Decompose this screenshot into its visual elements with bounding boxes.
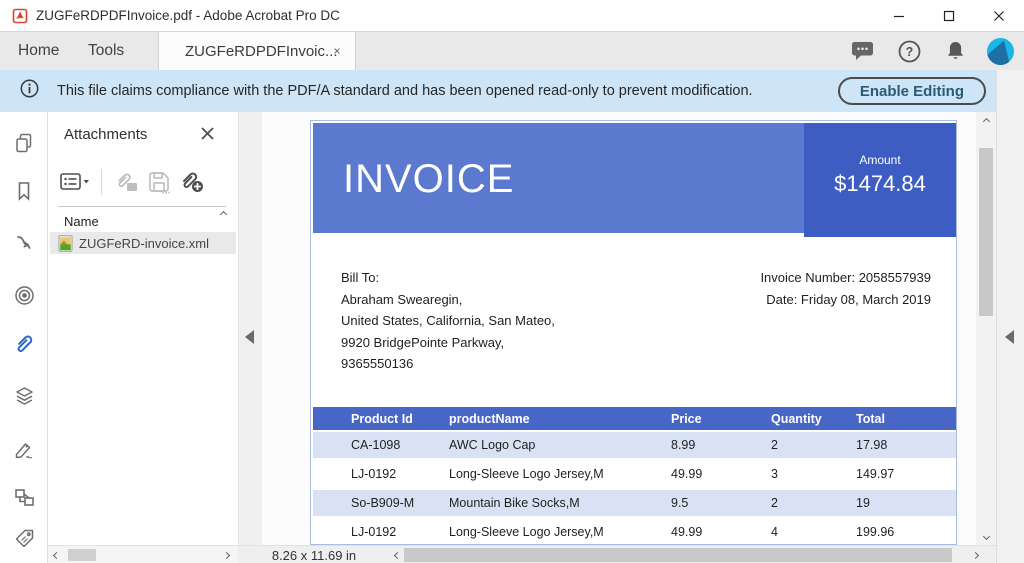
pdfa-notification-bar: This file claims compliance with the PDF… bbox=[0, 70, 996, 112]
enable-editing-button[interactable]: Enable Editing bbox=[837, 77, 986, 105]
invoice-table-row: LJ-0192 Long-Sleeve Logo Jersey,M 49.99 … bbox=[351, 524, 895, 539]
tab-tools[interactable]: Tools bbox=[88, 32, 124, 70]
layers-icon[interactable] bbox=[11, 383, 37, 409]
document-tab-close-icon[interactable]: × bbox=[329, 43, 345, 59]
bill-to-line: United States, California, San Mateo, bbox=[341, 313, 555, 328]
window-title: ZUGFeRDPDFInvoice.pdf - Adobe Acrobat Pr… bbox=[36, 8, 340, 23]
tab-document[interactable]: ZUGFeRDPDFInvoic... × bbox=[158, 32, 356, 70]
attachments-horizontal-scrollbar[interactable] bbox=[48, 546, 238, 563]
document-scrollbar-thumb[interactable] bbox=[404, 548, 952, 562]
invoice-banner: INVOICE Amount $1474.84 bbox=[313, 123, 956, 237]
status-bar: 8.26 x 11.69 in bbox=[48, 545, 996, 563]
invoice-meta-block: Invoice Number: 2058557939 Date: Friday … bbox=[760, 267, 931, 310]
vertical-scrollbar-thumb[interactable] bbox=[979, 148, 993, 316]
vertical-scrollbar[interactable] bbox=[976, 112, 996, 545]
feedback-bubble-icon[interactable] bbox=[849, 37, 877, 65]
invoice-table: Product Id productName Price Quantity To… bbox=[313, 407, 956, 544]
panel-splitter[interactable] bbox=[238, 112, 262, 545]
attachments-paperclip-icon[interactable] bbox=[11, 332, 37, 358]
notifications-bell-icon[interactable] bbox=[941, 37, 969, 65]
amount-value: $1474.84 bbox=[834, 171, 926, 196]
toolbar-divider bbox=[58, 206, 226, 207]
scroll-down-icon[interactable] bbox=[976, 527, 996, 545]
bill-to-line: Abraham Swearegin, bbox=[341, 291, 463, 307]
page-size-indicator: 8.26 x 11.69 in bbox=[271, 547, 357, 563]
bill-to-line: 9920 BridgePointe Parkway, bbox=[341, 334, 505, 350]
tags-icon[interactable] bbox=[11, 525, 37, 551]
amount-label: Amount bbox=[859, 153, 901, 167]
expand-right-panel-icon[interactable] bbox=[1005, 330, 1014, 344]
attachments-scrollbar-thumb[interactable] bbox=[68, 549, 96, 561]
document-tab-label: ZUGFeRDPDFInvoic... bbox=[185, 42, 338, 60]
attachment-file-name: ZUGFeRD-invoice.xml bbox=[79, 235, 210, 251]
invoice-table-row: CA-1098 AWC Logo Cap 8.99 2 17.98 bbox=[313, 430, 956, 459]
notification-message: This file claims compliance with the PDF… bbox=[57, 83, 753, 99]
invoice-table-row: LJ-0192 Long-Sleeve Logo Jersey,M 49.99 … bbox=[351, 466, 895, 481]
avatar-graphic bbox=[987, 37, 1014, 65]
invoice-table-header: Product Id productName Price Quantity To… bbox=[313, 407, 956, 430]
scroll-left-icon[interactable] bbox=[48, 546, 64, 563]
tab-home[interactable]: Home bbox=[18, 32, 59, 70]
toolbar-separator bbox=[101, 169, 102, 195]
bookmarks-icon[interactable] bbox=[11, 178, 37, 204]
attachments-toolbar bbox=[56, 164, 230, 200]
title-bar: ZUGFeRDPDFInvoice.pdf - Adobe Acrobat Pr… bbox=[0, 0, 1024, 32]
bill-to-label: Bill To: bbox=[341, 270, 380, 285]
xml-file-icon bbox=[58, 234, 73, 252]
minimize-icon[interactable] bbox=[874, 0, 924, 32]
bill-to-block: Bill To: Abraham Swearegin, United State… bbox=[341, 267, 555, 375]
svg-text:?: ? bbox=[905, 45, 913, 59]
scroll-left-icon[interactable] bbox=[390, 546, 404, 563]
maximize-icon[interactable] bbox=[924, 0, 974, 32]
attachment-options-icon[interactable] bbox=[60, 172, 90, 192]
user-avatar[interactable] bbox=[987, 37, 1014, 65]
destinations-icon[interactable] bbox=[11, 230, 37, 256]
right-tools-strip bbox=[996, 70, 1024, 563]
name-column-header[interactable]: Name bbox=[64, 214, 99, 229]
collapse-left-panel-icon[interactable] bbox=[245, 330, 254, 344]
scroll-right-icon[interactable] bbox=[968, 546, 982, 563]
invoice-title: INVOICE bbox=[343, 157, 515, 201]
scroll-up-icon[interactable] bbox=[976, 112, 996, 130]
order-panel-icon[interactable] bbox=[11, 484, 37, 510]
open-attachment-icon[interactable] bbox=[115, 171, 139, 193]
pdf-file-icon bbox=[12, 8, 28, 24]
tab-bar: Home Tools ZUGFeRDPDFInvoic... × ? bbox=[0, 32, 1024, 70]
invoice-date: Date: Friday 08, March 2019 bbox=[766, 291, 931, 307]
invoice-number: Invoice Number: 2058557939 bbox=[760, 270, 931, 285]
close-icon[interactable] bbox=[974, 0, 1024, 32]
sort-caret-icon[interactable] bbox=[219, 210, 228, 219]
page-thumbnails-icon[interactable] bbox=[11, 130, 37, 156]
signatures-icon[interactable] bbox=[11, 437, 37, 463]
document-horizontal-scrollbar[interactable] bbox=[390, 546, 996, 563]
attachments-close-icon[interactable] bbox=[200, 126, 216, 142]
document-canvas: INVOICE Amount $1474.84 Bill To: Abraham… bbox=[262, 112, 976, 545]
invoice-table-row: So-B909-M Mountain Bike Socks,M 9.5 2 19 bbox=[313, 488, 956, 517]
scroll-right-icon[interactable] bbox=[218, 546, 234, 563]
articles-target-icon[interactable] bbox=[11, 282, 37, 308]
invoice-amount-box: Amount $1474.84 bbox=[804, 123, 956, 237]
bill-to-line: 9365550136 bbox=[341, 356, 414, 371]
info-icon bbox=[20, 79, 39, 103]
attachments-panel: Attachments Name ZUGFeRD-invoice.xml bbox=[48, 112, 238, 545]
attachment-file-row[interactable]: ZUGFeRD-invoice.xml bbox=[50, 232, 236, 254]
help-icon[interactable]: ? bbox=[895, 37, 923, 65]
add-attachment-icon[interactable] bbox=[179, 170, 205, 194]
pdf-page: INVOICE Amount $1474.84 Bill To: Abraham… bbox=[310, 120, 957, 545]
attachments-panel-title: Attachments bbox=[64, 126, 148, 143]
save-attachment-icon[interactable] bbox=[147, 170, 171, 194]
navigation-sidebar bbox=[0, 112, 48, 563]
